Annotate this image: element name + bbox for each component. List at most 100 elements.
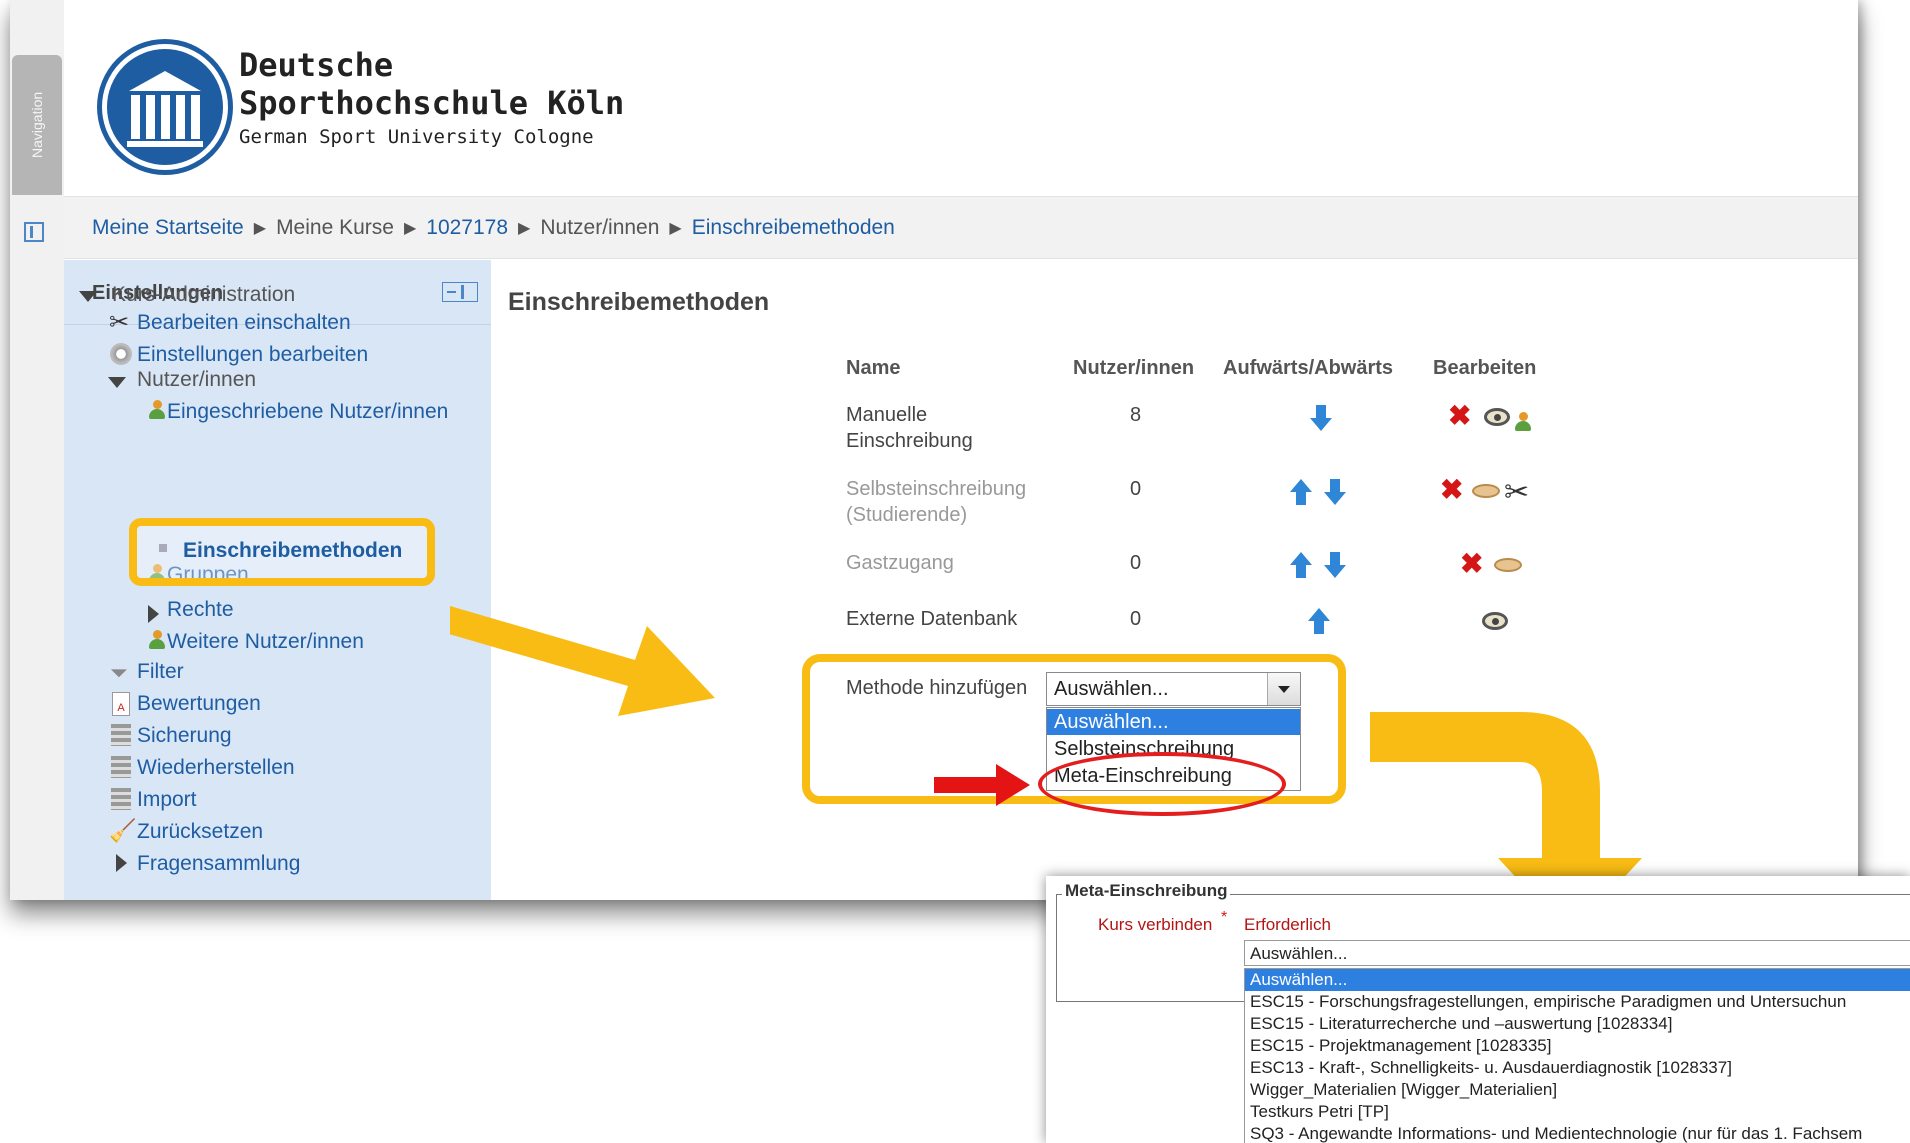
restore-icon xyxy=(111,756,131,778)
breadcrumb-separator-icon: ▶ xyxy=(403,219,417,237)
reset-broom-icon: 🧹 xyxy=(109,818,137,843)
grades-icon: A xyxy=(112,692,130,716)
required-icon: * xyxy=(1221,909,1228,926)
move-down-icon[interactable] xyxy=(1324,479,1346,505)
tree-question-bank[interactable]: Fragensammlung xyxy=(137,852,300,876)
breadcrumb: Meine Startseite ▶ Meine Kurse ▶ 1027178… xyxy=(64,197,1858,259)
tree-enrolled-users[interactable]: Eingeschriebene Nutzer/innen xyxy=(167,400,448,424)
row-users-count: 0 xyxy=(1130,608,1142,630)
red-arrow-icon xyxy=(934,764,1030,806)
breadcrumb-enrolment-methods[interactable]: Einschreibemethoden xyxy=(692,216,895,240)
add-method-select[interactable]: Auswählen... xyxy=(1046,672,1301,706)
move-down-icon[interactable] xyxy=(1310,405,1332,431)
row-name-line: Selbsteinschreibung xyxy=(846,478,1027,500)
option-highlight-ellipse xyxy=(1038,752,1286,816)
meta-enrolment-panel: Meta-Einschreibung Kurs verbinden * Erfo… xyxy=(1046,876,1910,1143)
column-header-name: Name xyxy=(846,357,901,379)
row-users-count: 0 xyxy=(1130,478,1142,500)
link-course-select[interactable]: Auswählen... xyxy=(1244,940,1910,966)
column-header-up-down: Aufwärts/Abwärts xyxy=(1223,357,1394,379)
eye-icon[interactable] xyxy=(1482,612,1508,630)
brand-line-1: Deutsche xyxy=(239,46,394,84)
delete-icon[interactable]: ✖ xyxy=(1460,550,1483,578)
current-item-highlight: Einschreibemethoden xyxy=(129,518,435,586)
tree-restore[interactable]: Wiederherstellen xyxy=(137,756,295,780)
row-users-count: 8 xyxy=(1130,404,1142,426)
import-icon xyxy=(111,788,131,810)
row-name-line: Gastzugang xyxy=(846,552,954,574)
link-course-selected-value: Auswählen... xyxy=(1250,944,1348,963)
tree-reset[interactable]: Zurücksetzen xyxy=(137,820,263,844)
column-header-edit: Bearbeiten xyxy=(1433,357,1537,379)
tree-course-administration[interactable]: Kurs-Administration xyxy=(112,283,295,307)
move-up-icon[interactable] xyxy=(1290,479,1312,505)
row-name-line: Manuelle xyxy=(846,404,928,426)
table-row-name: Manuelle Einschreibung xyxy=(846,402,973,454)
navigation-tab[interactable]: Navigation xyxy=(12,55,62,195)
user-icon xyxy=(148,630,166,650)
course-option[interactable]: ESC13 - Kraft-, Schnelligkeits- u. Ausda… xyxy=(1245,1057,1910,1079)
collapsed-triangle-icon[interactable] xyxy=(148,605,159,623)
table-row-name: Gastzugang xyxy=(846,550,954,576)
breadcrumb-separator-icon: ▶ xyxy=(669,219,682,237)
enrol-users-icon[interactable] xyxy=(1514,412,1532,432)
move-up-icon[interactable] xyxy=(1308,608,1330,634)
expanded-triangle-icon[interactable] xyxy=(108,377,126,388)
breadcrumb-my-courses: Meine Kurse xyxy=(276,215,394,239)
chevron-down-icon[interactable] xyxy=(1267,673,1300,705)
tree-import[interactable]: Import xyxy=(137,788,197,812)
eye-closed-icon[interactable] xyxy=(1472,484,1500,498)
tree-edit-settings[interactable]: Einstellungen bearbeiten xyxy=(137,343,368,367)
course-option[interactable]: ESC15 - Projektmanagement [1028335] xyxy=(1245,1035,1910,1057)
breadcrumb-separator-icon: ▶ xyxy=(518,219,531,237)
tree-other-users[interactable]: Weitere Nutzer/innen xyxy=(167,630,364,654)
row-name-line: (Studierende) xyxy=(846,504,968,526)
tree-turn-editing-on[interactable]: Bearbeiten einschalten xyxy=(137,311,351,335)
tools-icon[interactable]: ✂ xyxy=(1504,478,1529,508)
course-option[interactable]: ESC15 - Literaturrecherche und –auswertu… xyxy=(1245,1013,1910,1035)
column-header-users: Nutzer/innen xyxy=(1073,357,1195,379)
course-option[interactable]: SQ3 - Angewandte Informations- und Medie… xyxy=(1245,1123,1910,1143)
yellow-arrow-left-icon xyxy=(450,606,715,716)
table-row-name: Externe Datenbank xyxy=(846,606,1017,632)
collapsed-triangle-icon[interactable] xyxy=(116,854,127,872)
tree-filters[interactable]: Filter xyxy=(137,660,184,684)
tree-enrolment-methods[interactable]: Einschreibemethoden xyxy=(183,539,402,563)
course-option[interactable]: ESC15 - Forschungsfragestellungen, empir… xyxy=(1245,991,1910,1013)
course-option[interactable]: Wigger_Materialien [Wigger_Materialien] xyxy=(1245,1079,1910,1101)
backup-icon xyxy=(111,724,131,746)
tree-grades[interactable]: Bewertungen xyxy=(137,692,261,716)
university-logo-icon[interactable] xyxy=(102,44,228,170)
dock-block-icon[interactable] xyxy=(442,282,478,302)
tree-permissions[interactable]: Rechte xyxy=(167,598,234,622)
delete-icon[interactable]: ✖ xyxy=(1440,476,1463,504)
breadcrumb-users: Nutzer/innen xyxy=(540,215,660,239)
breadcrumb-separator-icon: ▶ xyxy=(253,219,267,237)
bullet-icon xyxy=(159,544,167,552)
link-course-label: Kurs verbinden xyxy=(1098,915,1213,934)
breadcrumb-home[interactable]: Meine Startseite xyxy=(92,216,244,240)
filter-icon: ⏷ xyxy=(110,660,128,685)
course-option[interactable]: Testkurs Petri [TP] xyxy=(1245,1101,1910,1123)
expanded-triangle-icon[interactable] xyxy=(79,291,97,302)
university-name: Deutsche Sporthochschule Köln German Spo… xyxy=(239,46,624,152)
required-text: Erforderlich xyxy=(1244,915,1331,934)
eye-icon[interactable] xyxy=(1484,408,1510,426)
navigation-dock: Navigation xyxy=(10,0,64,900)
brand-line-3: German Sport University Cologne xyxy=(239,126,594,148)
move-up-icon[interactable] xyxy=(1290,552,1312,578)
eye-closed-icon[interactable] xyxy=(1494,558,1522,572)
course-option[interactable]: Auswählen... xyxy=(1245,969,1910,991)
row-users-count: 0 xyxy=(1130,552,1142,574)
tree-users[interactable]: Nutzer/innen xyxy=(137,368,256,392)
tree-backup[interactable]: Sicherung xyxy=(137,724,232,748)
gear-icon xyxy=(110,343,132,365)
dropdown-option-select[interactable]: Auswählen... xyxy=(1047,709,1300,735)
course-options-list: Auswählen... ESC15 - Forschungsfragestel… xyxy=(1244,968,1910,1143)
delete-icon[interactable]: ✖ xyxy=(1448,402,1471,430)
dock-icon[interactable] xyxy=(24,222,44,242)
breadcrumb-course[interactable]: 1027178 xyxy=(426,216,508,240)
page-title: Einschreibemethoden xyxy=(508,288,770,316)
row-name-line: Einschreibung xyxy=(846,430,973,452)
move-down-icon[interactable] xyxy=(1324,552,1346,578)
